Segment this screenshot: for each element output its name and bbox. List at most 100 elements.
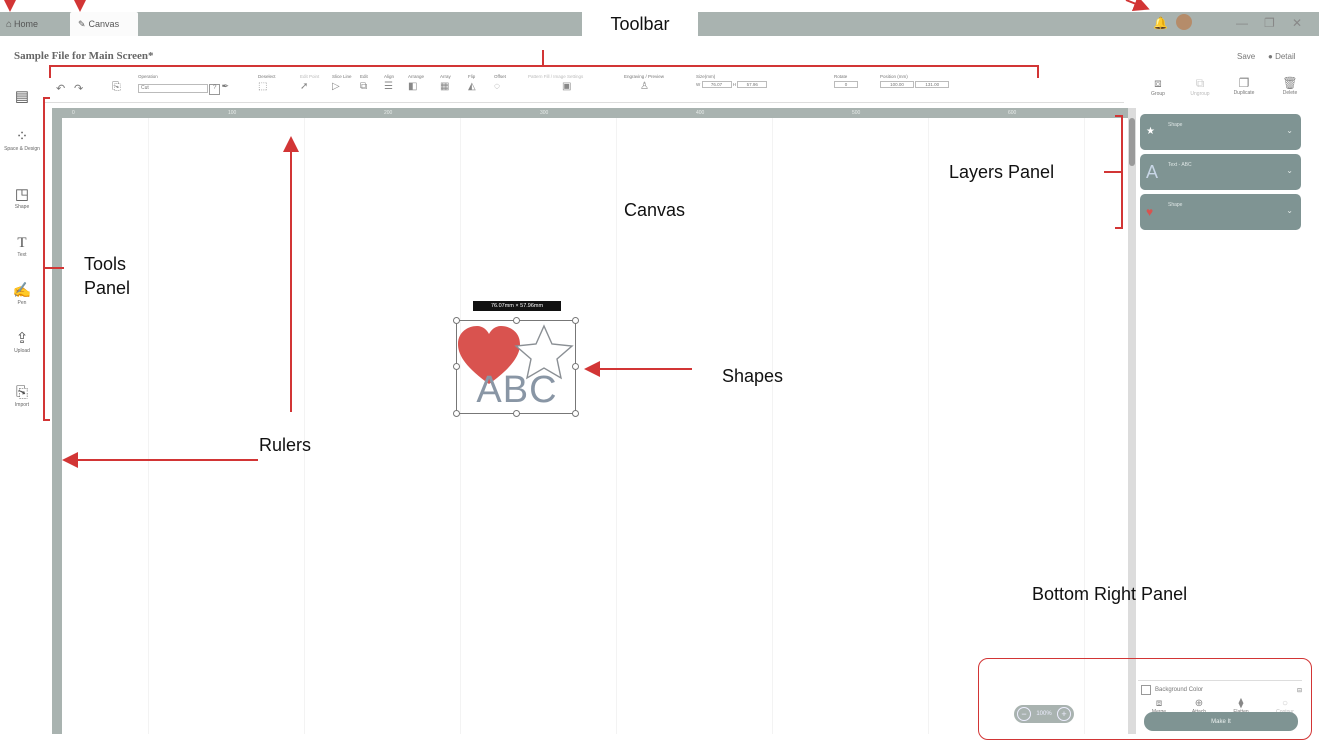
ungroup-button[interactable]: ⧉ Ungroup xyxy=(1182,76,1218,97)
width-input[interactable]: 76.07 xyxy=(701,81,732,88)
align-group[interactable]: Align ☰ xyxy=(384,74,394,93)
resize-handle[interactable] xyxy=(572,317,579,324)
height-label: H xyxy=(732,82,737,87)
tool-upload-label: Upload xyxy=(14,348,30,354)
engraving-label: Engraving / Preview xyxy=(624,74,665,79)
minimize-icon[interactable]: — xyxy=(1236,16,1248,30)
engraving-icon: ♙ xyxy=(640,81,649,92)
tool-shape[interactable]: ◳ Shape xyxy=(4,186,40,210)
arrange-group[interactable]: Arrange ◧ xyxy=(408,74,424,93)
zoom-control[interactable]: − 100% + xyxy=(1014,705,1074,723)
flip-group[interactable]: Flip ◭ xyxy=(468,74,476,93)
contour-icon: ○ xyxy=(1281,698,1289,709)
operation-label: Operation xyxy=(138,74,158,79)
layer-item[interactable]: A Text - ABC ⌄ xyxy=(1140,154,1301,190)
annotation-bottom-right-panel: Bottom Right Panel xyxy=(1032,584,1188,604)
eyedropper-icon[interactable]: ✒ xyxy=(222,81,230,91)
tool-text[interactable]: T Text xyxy=(4,234,40,258)
rotate-input[interactable]: 0 xyxy=(834,81,858,88)
position-x-input[interactable]: 100.00 xyxy=(880,81,914,88)
deselect-icon: ⬚ xyxy=(258,81,268,92)
chevron-down-icon[interactable]: ⌄ xyxy=(1286,166,1293,175)
tool-templates[interactable]: ▤ xyxy=(4,88,40,106)
grid-line xyxy=(148,118,149,734)
resize-handle[interactable] xyxy=(513,410,520,417)
make-it-button[interactable]: Make It xyxy=(1144,712,1298,731)
rotate-label: Rotate xyxy=(834,74,848,79)
ruler-tick: 100 xyxy=(228,110,237,116)
toolbar: ↶ ↷ ⎘ Operation Cut ? ✒ Deselect ⬚ Edit P… xyxy=(44,72,1124,103)
operation-select[interactable]: Cut xyxy=(138,84,208,93)
star-icon: ★ xyxy=(1146,126,1155,137)
size-label: Size(mm) xyxy=(696,74,716,79)
annotation-layers-panel: Layers Panel xyxy=(949,162,1055,182)
annotation-tools-panel-line2: Panel xyxy=(84,278,131,298)
tool-upload[interactable]: ⇪ Upload xyxy=(4,330,40,354)
zoom-in-icon[interactable]: + xyxy=(1056,707,1071,721)
resize-handle[interactable] xyxy=(572,363,579,370)
grid-line xyxy=(1084,118,1085,734)
deselect-label: Deselect xyxy=(258,74,276,79)
array-label: Array xyxy=(440,74,451,79)
layer-name: Shape xyxy=(1168,122,1183,128)
layer-item[interactable]: ♥ Shape ⌄ xyxy=(1140,194,1301,230)
chevron-down-icon[interactable]: ⌄ xyxy=(1286,206,1293,215)
tab-home[interactable]: ⌂ Home xyxy=(6,12,64,36)
bell-icon[interactable]: 🔔 xyxy=(1153,16,1168,30)
duplicate-button[interactable]: ❐ Duplicate xyxy=(1226,76,1262,96)
deselect-group[interactable]: Deselect ⬚ xyxy=(258,74,276,93)
paste-icon[interactable]: ⎘ xyxy=(112,81,121,94)
resize-handle[interactable] xyxy=(453,363,460,370)
engraving-group[interactable]: Engraving / Preview ♙ xyxy=(624,74,664,93)
delete-button[interactable]: 🗑 Delete xyxy=(1272,76,1308,96)
group-button[interactable]: ⧈ Group xyxy=(1140,76,1176,97)
resize-handle[interactable] xyxy=(453,317,460,324)
offset-group[interactable]: Offset ◌ xyxy=(494,74,506,93)
slice-line-label: Slice Line xyxy=(332,74,352,79)
align-label: Align xyxy=(384,74,395,79)
resize-handle[interactable] xyxy=(453,410,460,417)
selection-box[interactable] xyxy=(453,317,579,417)
design-grid-icon: ⁘ xyxy=(15,128,29,145)
zoom-value: 100% xyxy=(1036,711,1052,717)
avatar[interactable] xyxy=(1176,14,1192,30)
offset-icon: ◌ xyxy=(494,81,500,92)
design-canvas[interactable] xyxy=(62,118,1126,734)
pattern-fill-group[interactable]: Pattern Fill / Image Settings ▣ xyxy=(528,74,583,93)
background-color-toggle[interactable]: Background Color ⊟ xyxy=(1141,685,1302,695)
tab-canvas[interactable]: ✎ Canvas xyxy=(70,12,138,36)
layer-item[interactable]: ★ Shape ⌄ xyxy=(1140,114,1301,150)
canvas-scrollbar[interactable] xyxy=(1128,108,1136,734)
tool-import[interactable]: ⎘ Import xyxy=(4,384,40,408)
edit-point-group[interactable]: Edit Point ➚ xyxy=(300,74,319,93)
tool-pen[interactable]: ✍ Pen xyxy=(4,282,40,306)
detail-toggle[interactable]: ● Detail xyxy=(1268,52,1296,61)
canvas-scrollbar-thumb[interactable] xyxy=(1129,118,1135,166)
redo-icon[interactable]: ↷ xyxy=(74,82,83,95)
tool-space-design[interactable]: ⁘ Space & Design xyxy=(4,128,40,152)
restore-icon[interactable]: ❐ xyxy=(1264,16,1275,30)
undo-icon[interactable]: ↶ xyxy=(56,82,65,95)
position-y-input[interactable]: 131.00 xyxy=(915,81,950,88)
align-icon: ☰ xyxy=(384,81,393,92)
zoom-out-icon[interactable]: − xyxy=(1017,707,1031,721)
close-icon[interactable]: ✕ xyxy=(1292,16,1302,30)
background-color-checkbox[interactable] xyxy=(1141,685,1151,695)
help-icon[interactable]: ? xyxy=(209,84,221,95)
slice-line-group[interactable]: Slice Line ▷ xyxy=(332,74,352,93)
save-button[interactable]: Save xyxy=(1237,52,1255,61)
array-group[interactable]: Array ▦ xyxy=(440,74,451,93)
collapse-icon[interactable]: ⊟ xyxy=(1297,687,1302,694)
ruler-tick: 600 xyxy=(1008,110,1017,116)
file-title: Sample File for Main Screen* xyxy=(14,50,154,62)
resize-handle[interactable] xyxy=(513,317,520,324)
ruler-tick: 300 xyxy=(540,110,549,116)
resize-handle[interactable] xyxy=(572,410,579,417)
chevron-down-icon[interactable]: ⌄ xyxy=(1286,126,1293,135)
annotation-canvas: Canvas xyxy=(624,200,686,220)
height-input[interactable]: 57.96 xyxy=(737,81,768,88)
edit-group[interactable]: Edit ⧉ xyxy=(360,74,368,93)
grid-line xyxy=(304,118,305,734)
ruler-tick: 500 xyxy=(852,110,861,116)
annotation-rulers: Rulers xyxy=(259,435,312,455)
